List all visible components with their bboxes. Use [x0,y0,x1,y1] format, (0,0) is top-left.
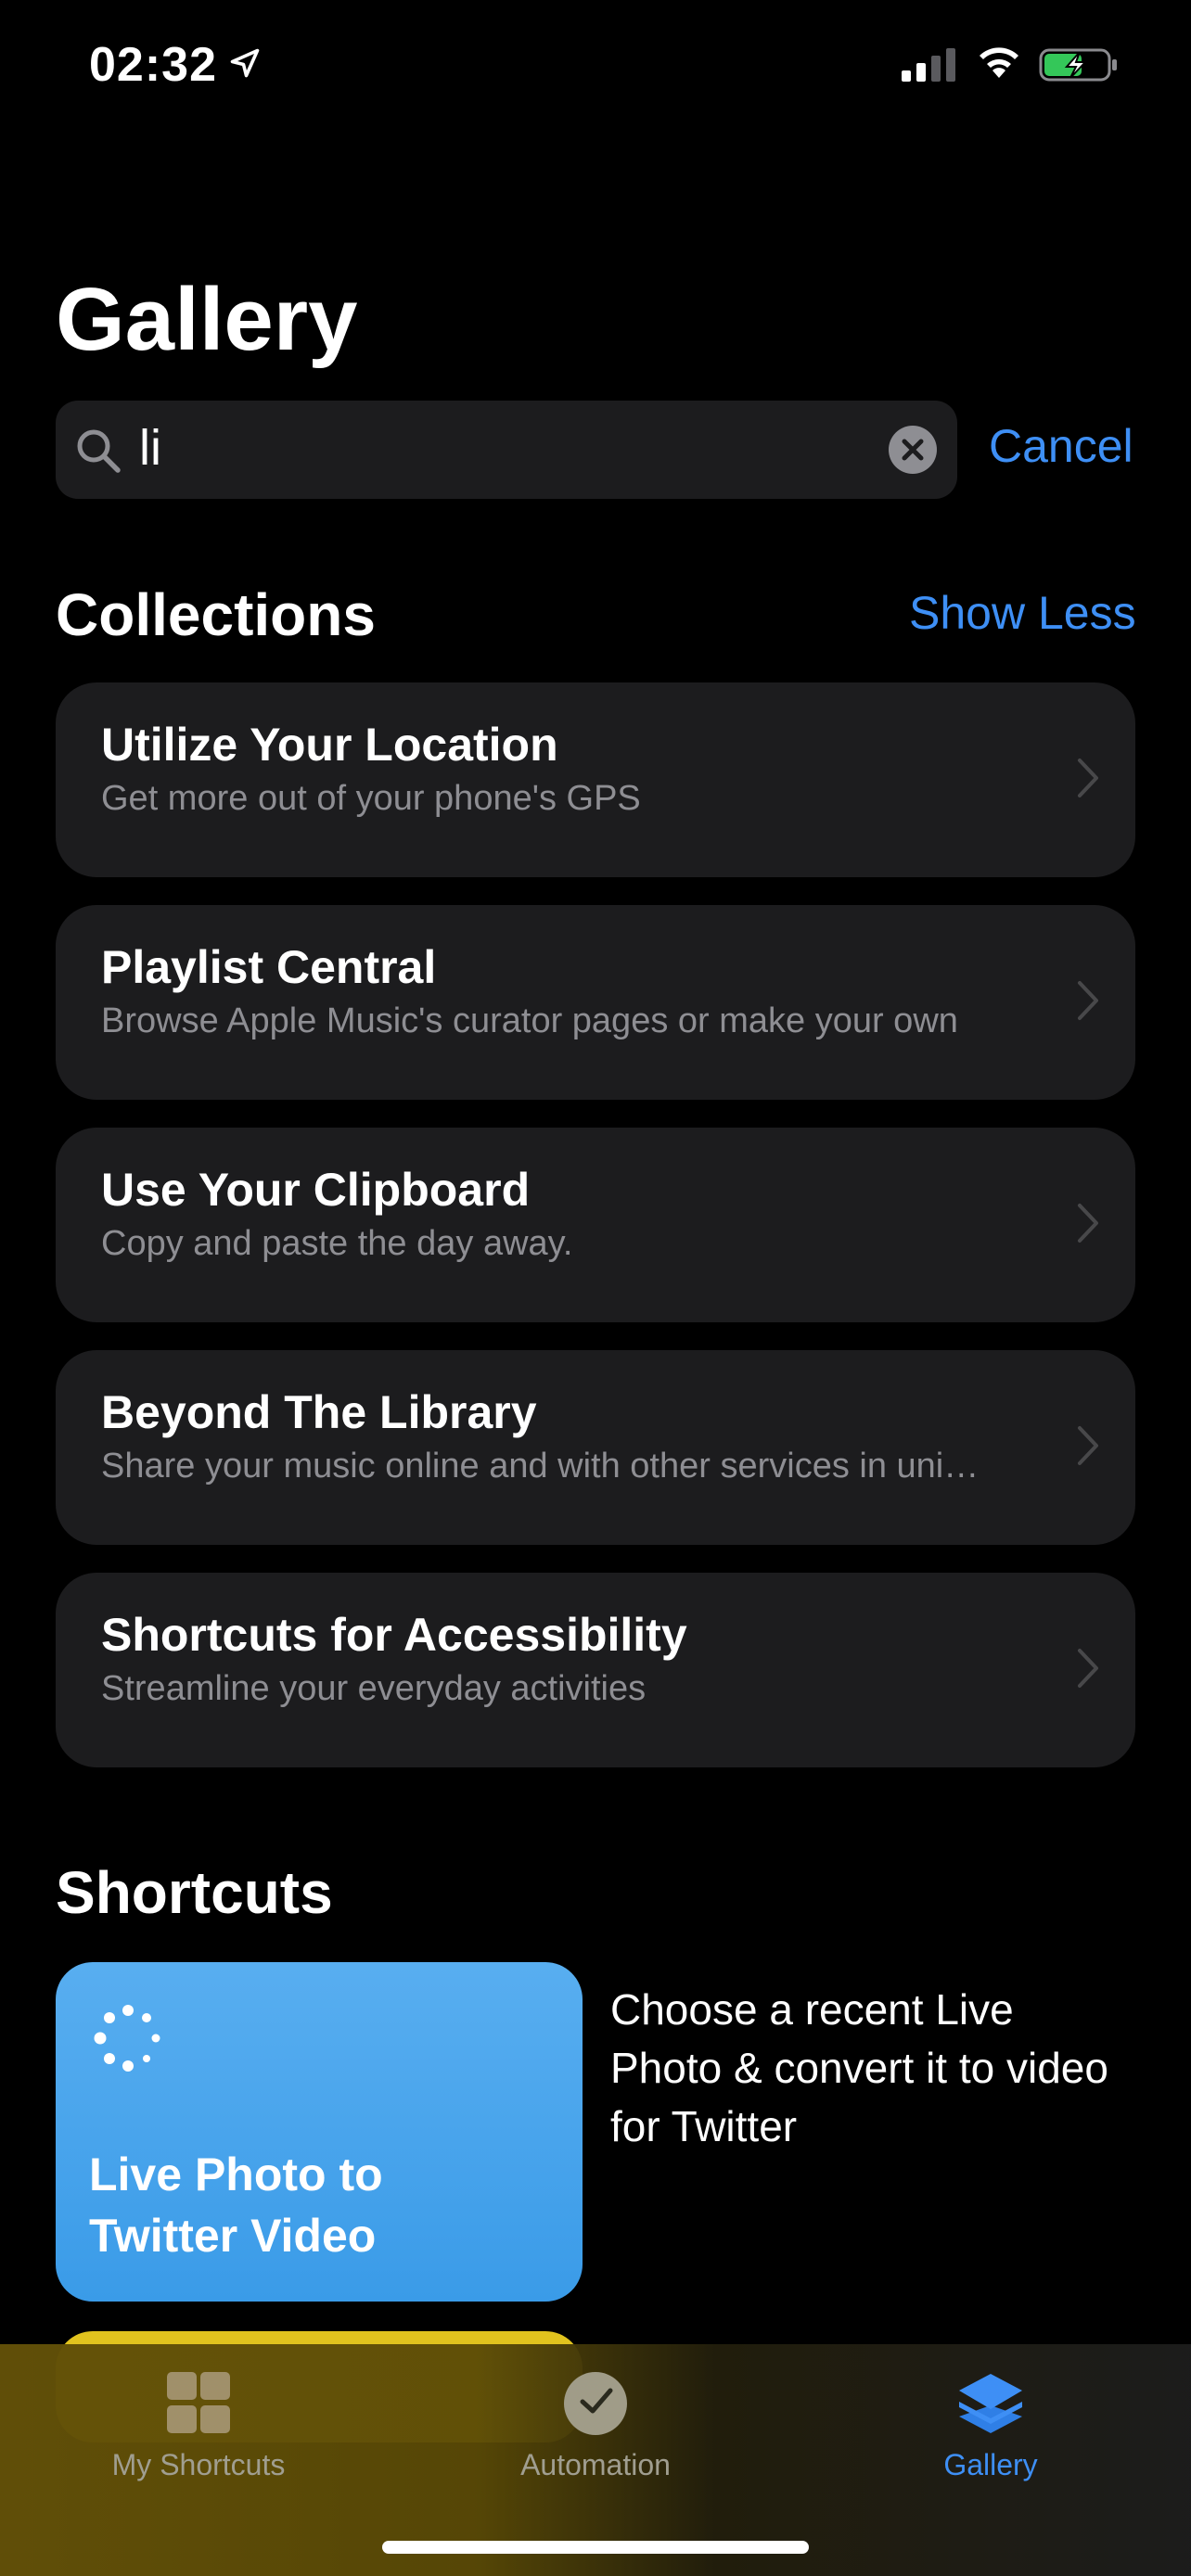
collection-title: Beyond The Library [101,1386,537,1438]
tab-label: My Shortcuts [111,2448,286,2481]
layers-icon [959,2374,1022,2433]
battery-charging-icon [1039,48,1117,82]
collection-subtitle: Browse Apple Music's curator pages or ma… [101,1001,958,1040]
tab-label: Automation [520,2448,671,2481]
collection-subtitle: Streamline your everyday activities [101,1669,647,1708]
live-photo-icon [94,2005,160,2072]
collection-subtitle: Share your music online and with other s… [101,1447,980,1486]
search-input[interactable]: li [139,419,161,477]
chevron-right-icon [1078,981,1098,1020]
chevron-right-icon [1078,1426,1098,1465]
search-icon [77,429,121,473]
clock-check-icon [564,2372,627,2435]
home-indicator [382,2541,809,2554]
tab-automation[interactable]: Automation [456,2368,735,2482]
cancel-button[interactable]: Cancel [989,419,1133,473]
chevron-right-icon [1078,759,1098,797]
shortcut-description: Choose a recent Live Photo & convert it … [610,1985,1108,2150]
collection-card[interactable]: Playlist Central Browse Apple Music's cu… [56,905,1135,1100]
search-field[interactable] [56,401,957,499]
chevron-right-icon [1078,1204,1098,1243]
location-arrow-icon [230,48,260,78]
tab-label: Gallery [943,2448,1038,2481]
collections-heading: Collections [56,581,376,648]
show-less-button[interactable]: Show Less [909,586,1136,640]
collection-card[interactable]: Utilize Your Location Get more out of yo… [56,682,1135,877]
collection-card[interactable]: Shortcuts for Accessibility Streamline y… [56,1573,1135,1767]
collection-title: Shortcuts for Accessibility [101,1609,687,1661]
grid-icon [167,2372,230,2433]
chevron-right-icon [1078,1649,1098,1688]
page-title: Gallery [56,270,358,369]
tab-gallery[interactable]: Gallery [852,2368,1130,2482]
clear-icon[interactable] [889,426,937,474]
cellular-signal-icon [902,48,955,82]
tab-my-shortcuts[interactable]: My Shortcuts [59,2368,338,2482]
collection-title: Use Your Clipboard [101,1164,531,1216]
shortcut-title: Live Photo to Twitter Video [89,2149,383,2262]
shortcuts-heading: Shortcuts [56,1859,333,1926]
collection-card[interactable]: Use Your Clipboard Copy and paste the da… [56,1128,1135,1322]
wifi-icon [980,47,1018,78]
collection-card[interactable]: Beyond The Library Share your music onli… [56,1350,1135,1545]
collection-subtitle: Copy and paste the day away. [101,1224,573,1263]
collection-title: Playlist Central [101,941,437,993]
collection-title: Utilize Your Location [101,719,558,771]
status-time: 02:32 [89,38,217,92]
shortcut-tile[interactable]: Live Photo to Twitter Video [56,1962,583,2302]
collection-subtitle: Get more out of your phone's GPS [101,779,641,818]
